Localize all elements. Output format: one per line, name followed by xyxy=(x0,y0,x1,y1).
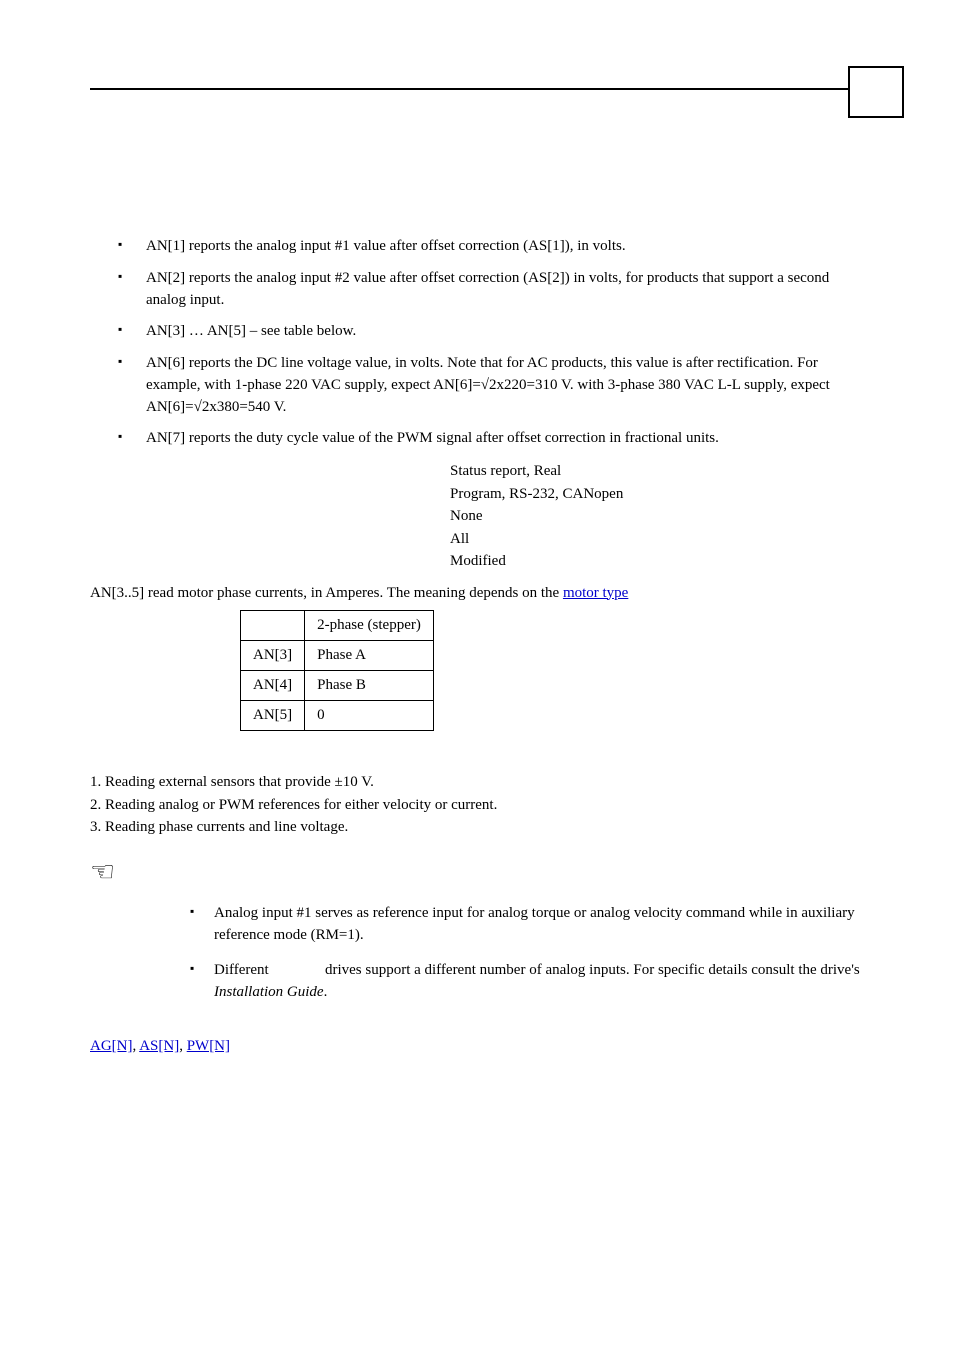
header-rule xyxy=(90,70,864,90)
numbered-item: 3. Reading phase currents and line volta… xyxy=(90,816,864,839)
note-text: Different xyxy=(214,962,272,978)
table-row: AN[5] 0 xyxy=(241,701,434,731)
numbered-list: 1. Reading external sensors that provide… xyxy=(90,771,864,839)
bullet-item: AN[3] … AN[5] – see table below. xyxy=(118,321,864,343)
table-cell: Phase A xyxy=(305,641,434,671)
attr-line: None xyxy=(450,505,864,528)
see-also: AG[N], AS[N], PW[N] xyxy=(90,1038,864,1055)
table-cell: AN[4] xyxy=(241,671,305,701)
attr-line: All xyxy=(450,528,864,551)
table-row: AN[3] Phase A xyxy=(241,641,434,671)
attr-line: Status report, Real xyxy=(450,460,864,483)
note-text: . xyxy=(324,984,328,1000)
attr-line: Program, RS-232, CANopen xyxy=(450,483,864,506)
note-item: Different drives support a different num… xyxy=(190,960,864,1004)
note-text: drives support a different number of ana… xyxy=(321,962,860,978)
table-cell: Phase B xyxy=(305,671,434,701)
bullet-item: AN[2] reports the analog input #2 value … xyxy=(118,268,864,312)
see-also-link[interactable]: PW[N] xyxy=(187,1038,230,1054)
table-row: 2-phase (stepper) xyxy=(241,611,434,641)
bullet-item: AN[7] reports the duty cycle value of th… xyxy=(118,428,864,450)
see-also-link[interactable]: AG[N] xyxy=(90,1038,133,1054)
corner-box xyxy=(848,66,904,118)
table-header-cell xyxy=(241,611,305,641)
separator: , xyxy=(179,1038,187,1054)
table-cell: AN[3] xyxy=(241,641,305,671)
see-also-link[interactable]: AS[N] xyxy=(139,1038,179,1054)
description-list: AN[1] reports the analog input #1 value … xyxy=(118,236,864,450)
pointing-hand-icon: ☞ xyxy=(90,855,115,889)
attr-line: Modified xyxy=(450,550,864,573)
motor-sentence-pre: AN[3..5] read motor phase currents, in A… xyxy=(90,585,563,601)
numbered-item: 2. Reading analog or PWM references for … xyxy=(90,794,864,817)
motor-type-link[interactable]: motor type xyxy=(563,585,628,601)
numbered-item: 1. Reading external sensors that provide… xyxy=(90,771,864,794)
bullet-item: AN[6] reports the DC line voltage value,… xyxy=(118,353,864,418)
motor-sentence: AN[3..5] read motor phase currents, in A… xyxy=(90,583,864,605)
table-header-cell: 2-phase (stepper) xyxy=(305,611,434,641)
phase-table: 2-phase (stepper) AN[3] Phase A AN[4] Ph… xyxy=(240,610,434,731)
note-item: Analog input #1 serves as reference inpu… xyxy=(190,903,864,947)
notes-list: Analog input #1 serves as reference inpu… xyxy=(190,903,864,1004)
bullet-item: AN[1] reports the analog input #1 value … xyxy=(118,236,864,258)
table-cell: 0 xyxy=(305,701,434,731)
table-row: AN[4] Phase B xyxy=(241,671,434,701)
table-cell: AN[5] xyxy=(241,701,305,731)
attributes-block: Status report, Real Program, RS-232, CAN… xyxy=(450,460,864,573)
note-emphasis: Installation Guide xyxy=(214,984,324,1000)
